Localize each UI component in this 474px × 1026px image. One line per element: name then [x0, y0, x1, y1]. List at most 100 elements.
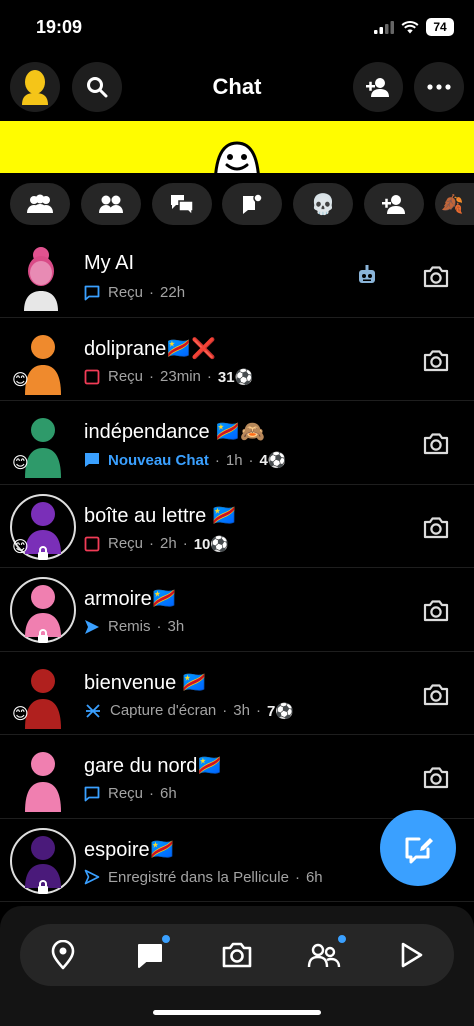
- separator: ·: [214, 451, 220, 469]
- more-icon: [427, 84, 451, 90]
- pull-to-refresh-banner: [0, 121, 474, 173]
- status-icons: 74: [374, 18, 454, 36]
- friend-emoji-icon: 😊: [12, 538, 29, 556]
- chat-row[interactable]: 😊 boîte au lettre 🇨🇩 Reçu · 2h · 10⚽: [0, 485, 474, 568]
- chat-status: Reçu · 22h: [84, 284, 185, 301]
- chat-status: Reçu · 6h: [84, 785, 177, 802]
- status-text: Reçu: [108, 284, 144, 301]
- received-chat-outline-icon: [84, 786, 100, 801]
- home-indicator: [153, 1010, 321, 1015]
- chat-status: Remis · 3h: [84, 618, 184, 635]
- add-friend-button[interactable]: [353, 62, 403, 112]
- status-text: Capture d'écran: [110, 702, 217, 719]
- separator: ·: [149, 785, 155, 802]
- search-icon: [87, 77, 108, 98]
- chat-status: Reçu · 23min · 31⚽: [84, 368, 253, 386]
- received-snap-outline-icon: [84, 369, 100, 384]
- separator: ·: [149, 368, 155, 385]
- chat-name: boîte au lettre 🇨🇩: [84, 504, 237, 527]
- camera-icon[interactable]: [422, 681, 450, 709]
- stories-icon: [307, 943, 341, 968]
- ai-bot-badge: [356, 264, 378, 291]
- chat-filter-row: 💀 🍂: [0, 183, 474, 229]
- chat-icon: [138, 944, 162, 968]
- chat-name: indépendance 🇨🇩🙈: [84, 421, 266, 443]
- chat-row[interactable]: 😊 dolipranе🇨🇩❌ Reçu · 23min · 31⚽: [0, 318, 474, 401]
- filter-stories[interactable]: [222, 183, 282, 225]
- camera-icon[interactable]: [422, 764, 450, 792]
- signal-icon: [374, 20, 394, 34]
- avatar: [10, 575, 76, 645]
- streak-count: 4⚽: [259, 452, 287, 469]
- filter-more[interactable]: 🍂: [435, 183, 474, 225]
- camera-icon[interactable]: [422, 347, 450, 375]
- status-time: 1h: [225, 451, 243, 469]
- chat-name: espoire🇨🇩: [84, 838, 175, 861]
- chat-header: Chat: [0, 62, 474, 114]
- chat-name: gare du nord🇨🇩: [84, 755, 223, 777]
- robot-icon: [359, 265, 375, 283]
- status-time: 3h: [233, 702, 250, 719]
- camera-icon[interactable]: [422, 514, 450, 542]
- camera-icon[interactable]: [422, 263, 450, 291]
- bitmoji-icon: [22, 70, 48, 105]
- chat-list: My AI Reçu · 22h 😊 dolipranе🇨🇩❌ Reçu · 2…: [0, 234, 474, 902]
- nav-stories[interactable]: [306, 933, 348, 973]
- status-text: Reçu: [108, 785, 144, 802]
- stories-icon: [243, 193, 263, 214]
- add-friend-icon: [366, 78, 389, 97]
- status-time: 23min: [160, 368, 201, 385]
- chat-row[interactable]: gare du nord🇨🇩 Reçu · 6h: [0, 735, 474, 819]
- status-time: 3h: [167, 618, 185, 635]
- filter-added[interactable]: [364, 183, 424, 225]
- chat-name: armoire🇨🇩: [84, 588, 177, 610]
- camera-icon[interactable]: [422, 430, 450, 458]
- friend-emoji-icon: 😊: [12, 455, 29, 472]
- status-time: 6h: [160, 785, 177, 802]
- filter-unread[interactable]: [152, 183, 212, 225]
- received-snap-outline-icon: [84, 536, 100, 551]
- wifi-icon: [401, 20, 419, 33]
- chat-row[interactable]: 😊 indépendance 🇨🇩🙈 Nouveau Chat · 1h · 4…: [0, 401, 474, 485]
- filter-groups[interactable]: [10, 183, 70, 225]
- ghost-icon: [214, 141, 260, 173]
- chat-status: Reçu · 2h · 10⚽: [84, 535, 229, 553]
- filter-friends[interactable]: [81, 183, 141, 225]
- separator: ·: [248, 451, 254, 469]
- status-time: 6h: [305, 868, 323, 886]
- chat-row[interactable]: armoire🇨🇩 Remis · 3h: [0, 568, 474, 652]
- streak-count: 31⚽: [217, 368, 254, 386]
- lock-icon: [38, 545, 48, 560]
- nav-map[interactable]: [45, 937, 81, 973]
- status-text: Reçu: [108, 368, 144, 385]
- nav-chat[interactable]: [132, 933, 172, 973]
- status-bar: 19:09 74: [0, 0, 474, 58]
- lock-icon: [38, 629, 48, 643]
- profile-avatar-button[interactable]: [10, 62, 60, 112]
- status-time: 22h: [160, 284, 186, 301]
- more-button[interactable]: [414, 62, 464, 112]
- nav-spotlight[interactable]: [393, 937, 429, 973]
- my-ai-avatar-icon: [24, 247, 58, 311]
- chat-row-my-ai[interactable]: My AI Reçu · 22h: [0, 234, 474, 318]
- status-time: 2h: [160, 535, 177, 552]
- separator: ·: [255, 702, 261, 719]
- chat-name: dolipranе🇨🇩❌: [84, 337, 217, 360]
- new-chat-button[interactable]: [380, 810, 456, 886]
- streak-count: 7⚽: [266, 702, 294, 720]
- received-chat-outline-icon: [84, 285, 100, 300]
- notification-dot: [336, 933, 348, 945]
- status-text: Enregistré dans la Pellicule: [108, 868, 289, 886]
- spotlight-icon: [401, 942, 423, 968]
- search-button[interactable]: [72, 62, 122, 112]
- groups-icon: [27, 194, 53, 213]
- battery-indicator: 74: [426, 18, 454, 36]
- nav-camera[interactable]: [219, 937, 255, 973]
- filter-skull[interactable]: 💀: [293, 183, 353, 225]
- friend-emoji-icon: 😊: [12, 705, 29, 723]
- unread-icon: [171, 195, 194, 215]
- chat-row[interactable]: 😊 bienvenue 🇨🇩 Capture d'écran · 3h · 7⚽: [0, 652, 474, 735]
- separator: ·: [149, 535, 155, 552]
- avatar: [10, 826, 76, 896]
- camera-icon[interactable]: [422, 597, 450, 625]
